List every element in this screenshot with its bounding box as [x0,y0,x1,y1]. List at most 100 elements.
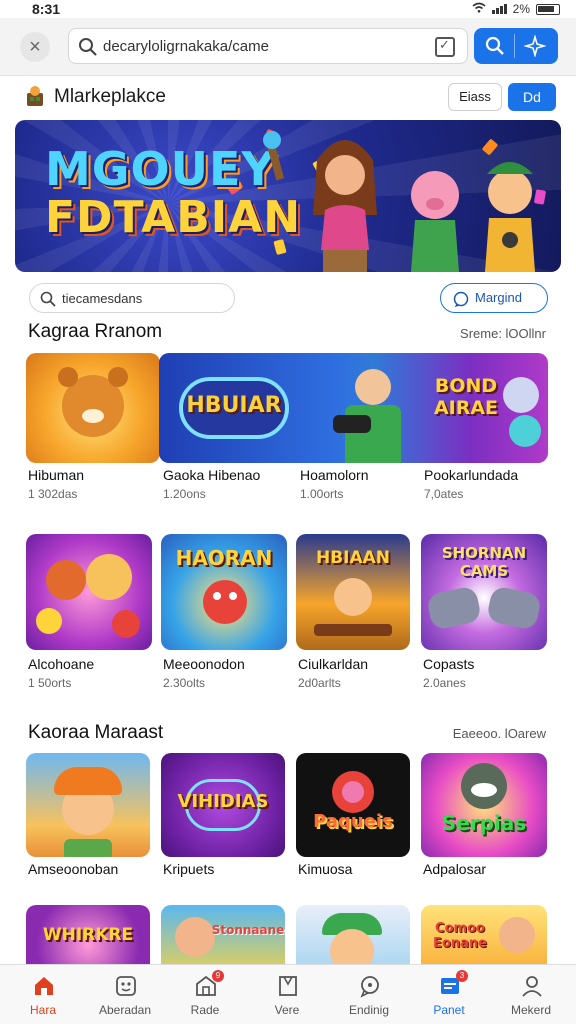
bottom-navigation: Hara Aberadan 9 Rade Vere Endinig 3 Pane… [0,964,576,1024]
game-meta: 1 50orts [28,676,72,690]
game-thumbnail: WHIRKRE [26,905,150,964]
game-card[interactable]: Hibuman 1 302das [26,353,160,503]
notification-badge: 9 [212,970,224,982]
game-thumbnail: HAORAN [161,534,287,650]
game-title[interactable]: Hoamolorn [300,467,368,483]
url-text[interactable]: decaryloligrnakaka/came [103,38,269,55]
game-thumbnail: SHORNAN CAMS [421,534,547,650]
search-button-group[interactable] [474,28,558,64]
game-meta: 1 302das [28,487,78,501]
chat-bubble-icon [453,291,469,307]
thumbnail-title: Comoo Eonane [433,921,487,951]
thumbnail-title: Serpias [441,811,527,835]
section-title: Kagraa Rranom [28,321,163,342]
game-thumbnail [296,905,410,964]
game-title[interactable]: Pookarlundada [424,467,518,483]
outline-action-label: Margind [475,290,522,305]
gamepad-icon [425,585,483,631]
featured-wide-banner[interactable]: HBUIAR BOND AIRAE [159,353,548,463]
game-title: Kripuets [163,861,215,877]
status-bar: 8:31 2% [0,0,576,18]
game-title: Alcohoane [28,656,95,672]
nav-item-store[interactable]: 9 Rade [164,965,246,1024]
game-thumbnail [26,753,150,857]
game-title: Adpalosar [423,861,487,877]
game-title: Kimuosa [298,861,353,877]
wifi-icon [472,2,486,16]
game-card[interactable]: HBIAAN Ciulkarldan 2d0arlts [296,534,410,694]
game-meta: 2.0anes [423,676,466,690]
gamepad-icon [116,976,136,996]
signal-icon [491,4,507,14]
sparkle-icon[interactable] [524,35,546,57]
game-card[interactable]: HAORAN Meeoonodon 2.30olts [161,534,287,694]
thumbnail-title: VIHIDIAS [177,791,269,812]
game-thumbnail: Stonnaane [161,905,285,964]
game-meta: 7,0ates [424,487,464,501]
nav-item-more[interactable]: Vere [246,965,328,1024]
secondary-header-button[interactable]: Eiass [448,83,502,111]
nav-item-home[interactable]: Hara [2,965,84,1024]
game-card[interactable]: Comoo Eonane [421,905,547,964]
game-title: Copasts [423,656,475,672]
url-bar[interactable]: decaryloligrnakaka/came [68,28,468,64]
thumbnail-title: SHORNAN CAMS [441,544,527,580]
nav-item-chat[interactable]: Endinig [328,965,410,1024]
bookmark-icon [279,976,297,996]
primary-header-button[interactable]: Dd [508,83,556,111]
outline-action-button[interactable]: Margind [440,283,548,313]
game-thumbnail: Paqueis [296,753,410,857]
checkbox-icon[interactable] [435,37,455,57]
nav-item-profile[interactable]: Mekerd [490,965,572,1024]
game-card[interactable]: Serpias Adpalosar [421,753,547,883]
game-thumbnail: Serpias [421,753,547,857]
game-meta: 2d0arlts [298,676,341,690]
game-card[interactable]: Alcohoane 1 50orts [26,534,152,694]
game-card[interactable]: VIHIDIAS Kripuets [161,753,285,883]
game-card[interactable]: SHORNAN CAMS Copasts 2.0anes [421,534,547,694]
thumbnail-title: Paqueis [313,811,393,832]
search-icon[interactable] [484,35,506,57]
nav-item-games[interactable]: Aberadan [84,965,166,1024]
notification-badge: 3 [456,970,468,982]
nav-item-panel[interactable]: 3 Panet [408,965,490,1024]
app-header: Mlarkeplakce Eiass Dd [0,76,576,118]
game-card[interactable]: Amseoonoban [26,753,150,883]
close-icon[interactable]: × [20,32,50,62]
app-logo-icon [27,86,43,106]
game-card[interactable]: Paqueis Kimuosa [296,753,410,883]
game-card[interactable] [296,905,410,964]
game-thumbnail: VIHIDIAS [161,753,285,857]
hero-banner[interactable]: MGOUEY FDTABIAN [15,120,561,272]
game-title: Hibuman [28,467,85,483]
app-title: Mlarkeplakce [54,86,166,107]
search-icon [40,291,56,307]
filter-row: tiecamesdans Margind [0,280,576,320]
section-see-all-link[interactable]: Sreme: lOOllnr [460,326,546,341]
gamepad-icon [485,585,543,631]
thumbnail-title: Stonnaane [211,923,285,937]
search-input[interactable]: tiecamesdans [29,283,235,313]
chat-icon [360,976,379,998]
profile-icon [522,976,542,997]
game-card[interactable]: WHIRKRE [26,905,150,964]
banner-title: BOND AIRAE [433,375,499,419]
game-meta: 1.20ons [163,487,206,501]
home-icon [35,977,53,995]
hero-characters-illustration [263,131,535,272]
game-thumbnail: HBIAAN [296,534,410,650]
hero-title-line1: MGOUEY [45,142,276,196]
section-see-all-link[interactable]: Eaeeoo. lOarew [453,726,546,741]
game-meta: 2.30olts [163,676,206,690]
thumbnail-title: WHIRKRE [42,925,134,945]
search-placeholder: tiecamesdans [62,291,143,306]
game-thumbnail [26,353,160,463]
status-time: 8:31 [32,1,61,17]
game-title: Meeoonodon [163,656,245,672]
thumbnail-title: HAORAN [175,546,273,570]
game-card[interactable]: Stonnaane [161,905,285,964]
section-title: Kaoraa Maraast [28,722,164,743]
game-title[interactable]: Gaoka Hibenao [163,467,260,483]
banner-title: HBUIAR [186,393,282,418]
browser-toolbar: × decaryloligrnakaka/came [0,18,576,76]
